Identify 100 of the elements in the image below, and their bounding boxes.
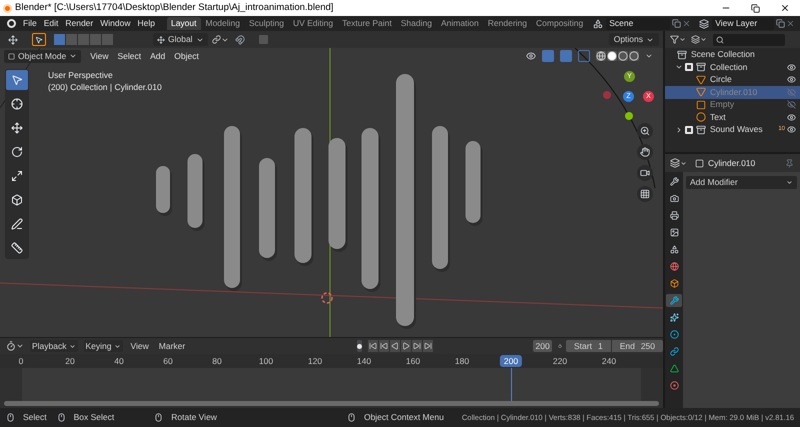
zoom-button[interactable] [637,123,653,139]
workspace-tab[interactable]: Shading [396,17,436,30]
scene-field[interactable]: Scene [606,18,670,30]
visibility-dropdown-icon[interactable] [526,51,536,61]
workspace-tab[interactable]: Modeling [202,17,244,30]
menu-item[interactable]: Window [100,17,130,30]
workspace-tab[interactable]: Layout [166,17,200,30]
menu-item[interactable]: Edit [44,17,58,30]
search-field[interactable] [713,34,785,46]
outliner-row[interactable]: Text [665,111,800,124]
pivot-dropdown[interactable] [212,35,229,44]
new-view-layer-icon[interactable] [776,19,786,28]
outliner-row[interactable]: Collection [665,61,800,74]
workspace-tab[interactable]: Sculpting [245,17,288,30]
playback-button[interactable] [368,340,378,352]
visibility-eye-icon[interactable] [787,75,796,84]
printer-icon [670,211,678,220]
link-icon [670,347,678,356]
collection-icon [696,124,706,135]
camera-view-button[interactable] [637,165,653,181]
mode-dropdown[interactable]: Object Mode [4,50,82,62]
new-scene-icon[interactable] [672,19,682,28]
close-icon[interactable] [780,3,790,13]
xray-toggle[interactable] [578,50,590,62]
gizmo-toggle[interactable] [542,50,554,62]
select-tool-button[interactable] [6,70,28,90]
orientation-dropdown[interactable]: Global [153,33,208,46]
end-frame-field[interactable]: End 250 [612,340,663,352]
viewport-menu[interactable]: Object [174,50,199,62]
timeline-menu[interactable]: Marker [156,340,188,352]
playback-button[interactable] [423,340,434,352]
visibility-eye-icon[interactable] [787,125,796,134]
solid-shading-button[interactable] [607,51,617,61]
display-mode-dropdown[interactable] [670,35,686,44]
view-dropdown[interactable] [691,35,707,44]
timeline-track-area[interactable] [22,368,641,401]
snap-icon[interactable] [234,34,245,44]
outliner-item-name: Text [710,110,726,124]
square-icon [8,52,15,60]
image-icon [670,228,678,237]
timeline-menu[interactable]: Playback [30,340,78,352]
status-hint: Box Select [74,411,114,424]
playback-button[interactable] [401,340,412,352]
scene-icon[interactable] [593,18,604,28]
pin-icon[interactable] [785,158,794,168]
visibility-eye-icon[interactable] [787,62,796,72]
options-dropdown[interactable]: Options [608,33,659,46]
playback-button[interactable] [379,340,390,352]
wireframe-shading-button[interactable] [596,51,606,61]
workspace-tab[interactable]: Texture Paint [338,17,396,30]
delete-view-layer-icon[interactable] [786,19,796,28]
view-layer-field[interactable]: View Layer [712,18,774,30]
workspace-tab[interactable]: Compositing [532,17,588,30]
editor-type-dropdown[interactable] [6,341,24,351]
text-object-icon [696,112,706,122]
modifier-tab[interactable] [666,294,682,307]
projection-button[interactable] [637,186,653,202]
playback-button[interactable] [390,340,400,352]
workspace-tab[interactable]: Rendering [484,17,532,30]
outliner-row[interactable]: Empty [665,98,800,111]
playback-button[interactable] [412,340,422,352]
timeline-menu[interactable]: View [128,340,151,352]
hidden-eye-icon[interactable] [787,100,796,110]
video-camera-icon [640,168,650,178]
workspace-tab[interactable]: Animation [436,17,483,30]
horizontal-scrollbar[interactable] [4,401,659,406]
view-layer-icon[interactable] [699,18,710,28]
pan-button[interactable] [637,144,653,160]
link-icon [212,35,221,44]
editor-type-dropdown[interactable] [670,158,687,168]
material-shading-button[interactable] [618,51,628,61]
restore-icon[interactable] [751,4,760,12]
current-frame-marker[interactable]: 200 [500,355,522,367]
menu-item[interactable]: Render [65,17,94,30]
frame-number: 20 [65,355,75,367]
viewport-menu[interactable]: Select [117,50,142,62]
delete-scene-icon[interactable] [682,19,692,28]
include-checkbox[interactable] [685,126,693,134]
viewport-menu[interactable]: Add [150,50,166,62]
current-frame-field[interactable]: 200 [533,340,552,352]
include-checkbox[interactable] [685,63,693,72]
add-modifier-dropdown[interactable]: Add Modifier [686,176,797,189]
overlay-toggle[interactable] [560,50,572,62]
timeline-menu[interactable]: Keying [84,340,122,352]
shading-dropdown-icon[interactable] [645,52,653,60]
visibility-eye-icon[interactable] [787,112,796,122]
crosshair-icon [11,98,23,110]
start-frame-field[interactable]: Start 1 [566,340,611,352]
frame-number: 40 [114,355,124,367]
workspace-tab[interactable]: UV Editing [288,17,338,30]
menu-item[interactable]: Help [137,17,155,30]
menu-item[interactable]: File [23,17,37,30]
active-tool-button[interactable] [32,33,46,46]
rendered-shading-button[interactable] [629,51,639,61]
camera-icon [670,194,678,203]
outliner-row[interactable]: Circle [665,74,800,86]
viewport-menu[interactable]: View [90,50,108,62]
object-icon [695,158,704,168]
record-button[interactable] [357,340,362,352]
transform-pivot-icon[interactable] [8,34,18,44]
